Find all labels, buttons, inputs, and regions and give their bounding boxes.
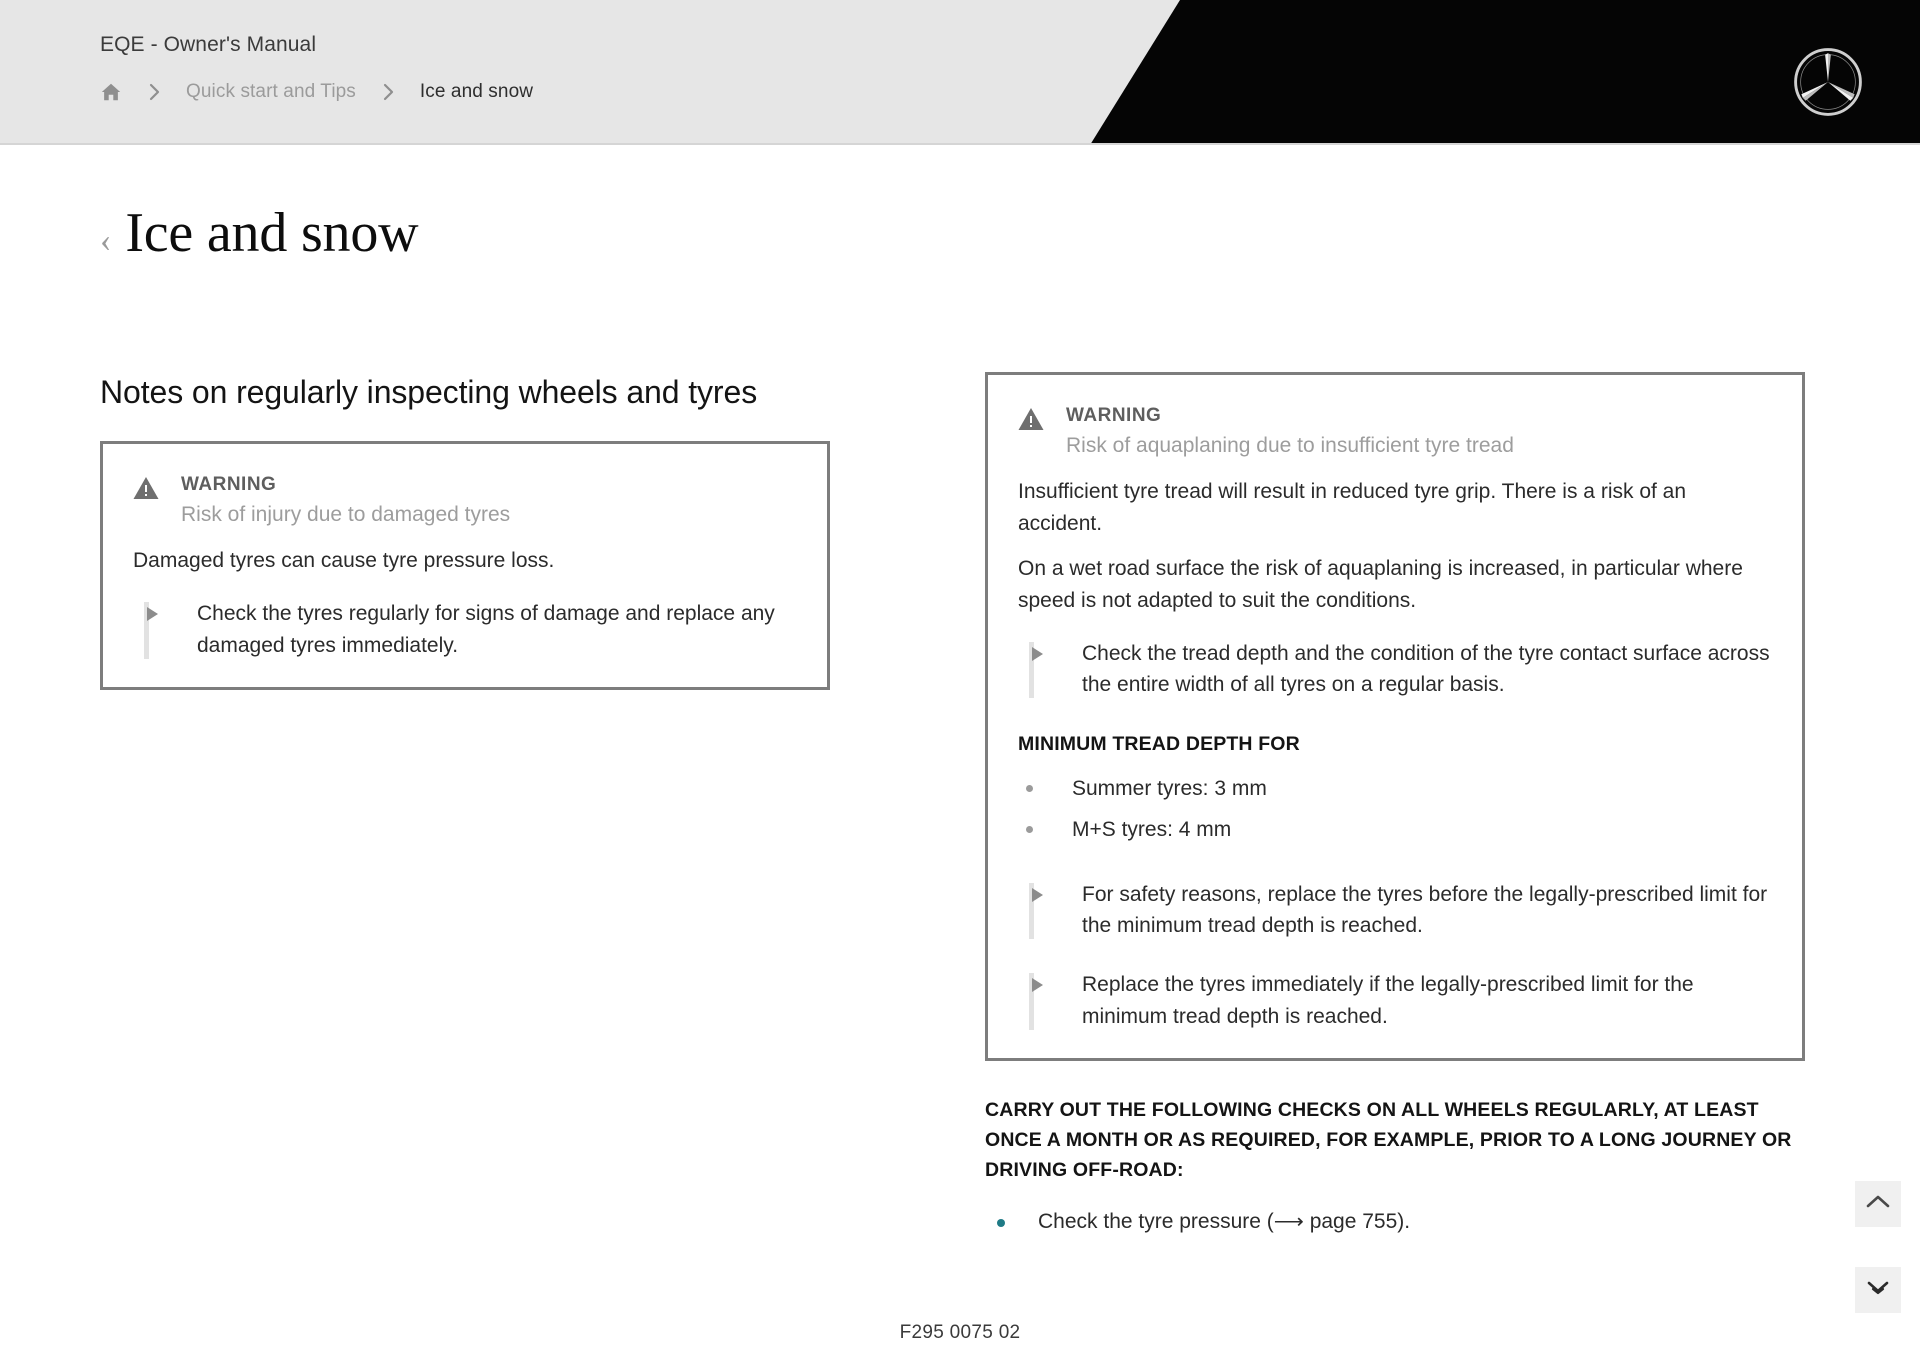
action-item: Check the tread depth and the condition … [1018, 638, 1772, 700]
warning-paragraph-1: Insufficient tyre tread will result in r… [1018, 480, 1687, 535]
breadcrumb-separator-1 [148, 82, 186, 102]
warning-box-damaged-tyres: WARNING Risk of injury due to damaged ty… [100, 440, 830, 690]
bullet-dot-icon [1026, 825, 1033, 833]
action-triangle-icon [147, 607, 158, 622]
tread-depth-list: Summer tyres: 3 mm M+S tyres: 4 mm [1018, 774, 1772, 845]
action-item: Check the tyres regularly for signs of d… [133, 598, 797, 660]
home-icon[interactable] [100, 81, 148, 103]
warning-header: WARNING Risk of aquaplaning due to insuf… [1018, 403, 1772, 460]
list-item: M+S tyres: 4 mm [1018, 815, 1772, 845]
list-item[interactable]: Check the tyre pressure (⟶ page 755). [985, 1207, 1805, 1237]
warning-header: WARNING Risk of injury due to damaged ty… [133, 472, 797, 529]
right-column: WARNING Risk of aquaplaning due to insuf… [985, 372, 1805, 1238]
back-chevron-icon[interactable]: ‹ [100, 224, 111, 258]
checks-block: CARRY OUT THE FOLLOWING CHECKS ON ALL WH… [985, 1095, 1805, 1238]
checks-link-list: Check the tyre pressure (⟶ page 755). [985, 1207, 1805, 1237]
action-text: Check the tyres regularly for signs of d… [197, 602, 775, 657]
warning-triangle-icon [1018, 407, 1044, 436]
action-text: For safety reasons, replace the tyres be… [1082, 883, 1768, 938]
action-triangle-icon [1032, 888, 1043, 903]
warning-label: WARNING [1066, 405, 1162, 426]
breadcrumb: Quick start and Tips Ice and snow [100, 77, 533, 107]
manual-title: EQE - Owner's Manual [100, 33, 317, 56]
min-tread-depth-heading: MINIMUM TREAD DEPTH FOR [1018, 733, 1300, 756]
chevron-down-icon [1866, 1279, 1890, 1302]
action-text: Check the tread depth and the condition … [1082, 642, 1770, 697]
action-item: For safety reasons, replace the tyres be… [1018, 879, 1772, 941]
list-item-label: Summer tyres: 3 mm [1072, 777, 1267, 801]
page-title: Ice and snow [125, 202, 419, 264]
list-item: Summer tyres: 3 mm [1018, 774, 1772, 804]
action-triangle-icon [1032, 978, 1043, 993]
action-triangle-icon [1032, 647, 1043, 662]
action-text: Replace the tyres immediately if the leg… [1082, 973, 1694, 1028]
cross-reference-link[interactable]: Check the tyre pressure (⟶ page 755). [1038, 1207, 1410, 1237]
left-column: Notes on regularly inspecting wheels and… [100, 372, 830, 690]
warning-box-aquaplaning: WARNING Risk of aquaplaning due to insuf… [985, 372, 1805, 1061]
mercedes-benz-star-logo [1792, 46, 1864, 118]
page-title-row: ‹ Ice and snow [100, 202, 419, 264]
warning-triangle-icon [133, 476, 159, 505]
bullet-dot-icon [997, 1219, 1005, 1228]
checks-heading: CARRY OUT THE FOLLOWING CHECKS ON ALL WH… [985, 1098, 1792, 1182]
warning-header-text: WARNING Risk of injury due to damaged ty… [181, 472, 510, 529]
list-item-label: M+S tyres: 4 mm [1072, 817, 1232, 841]
breadcrumb-separator-2 [382, 82, 420, 102]
warning-body: Damaged tyres can cause tyre pressure lo… [133, 548, 555, 572]
warning-paragraph-2: On a wet road surface the risk of aquapl… [1018, 557, 1743, 612]
scroll-to-top-button[interactable] [1855, 1181, 1901, 1227]
section-heading: Notes on regularly inspecting wheels and… [100, 374, 758, 410]
header-divider [0, 143, 1920, 145]
bullet-dot-icon [1026, 785, 1033, 793]
action-item: Replace the tyres immediately if the leg… [1018, 969, 1772, 1031]
footer-document-code: F295 0075 02 [899, 1322, 1021, 1343]
app-header: EQE - Owner's Manual Quick start and Tip… [0, 0, 1920, 145]
warning-header-text: WARNING Risk of aquaplaning due to insuf… [1066, 403, 1514, 460]
breadcrumb-item-quick-start[interactable]: Quick start and Tips [186, 81, 356, 103]
warning-subtitle: Risk of injury due to damaged tyres [181, 502, 511, 526]
breadcrumb-item-ice-and-snow[interactable]: Ice and snow [420, 81, 533, 103]
chevron-up-icon [1866, 1194, 1890, 1215]
warning-label: WARNING [181, 473, 277, 495]
warning-subtitle: Risk of aquaplaning due to insufficient … [1066, 433, 1514, 457]
next-section-button[interactable] [1855, 1267, 1901, 1313]
